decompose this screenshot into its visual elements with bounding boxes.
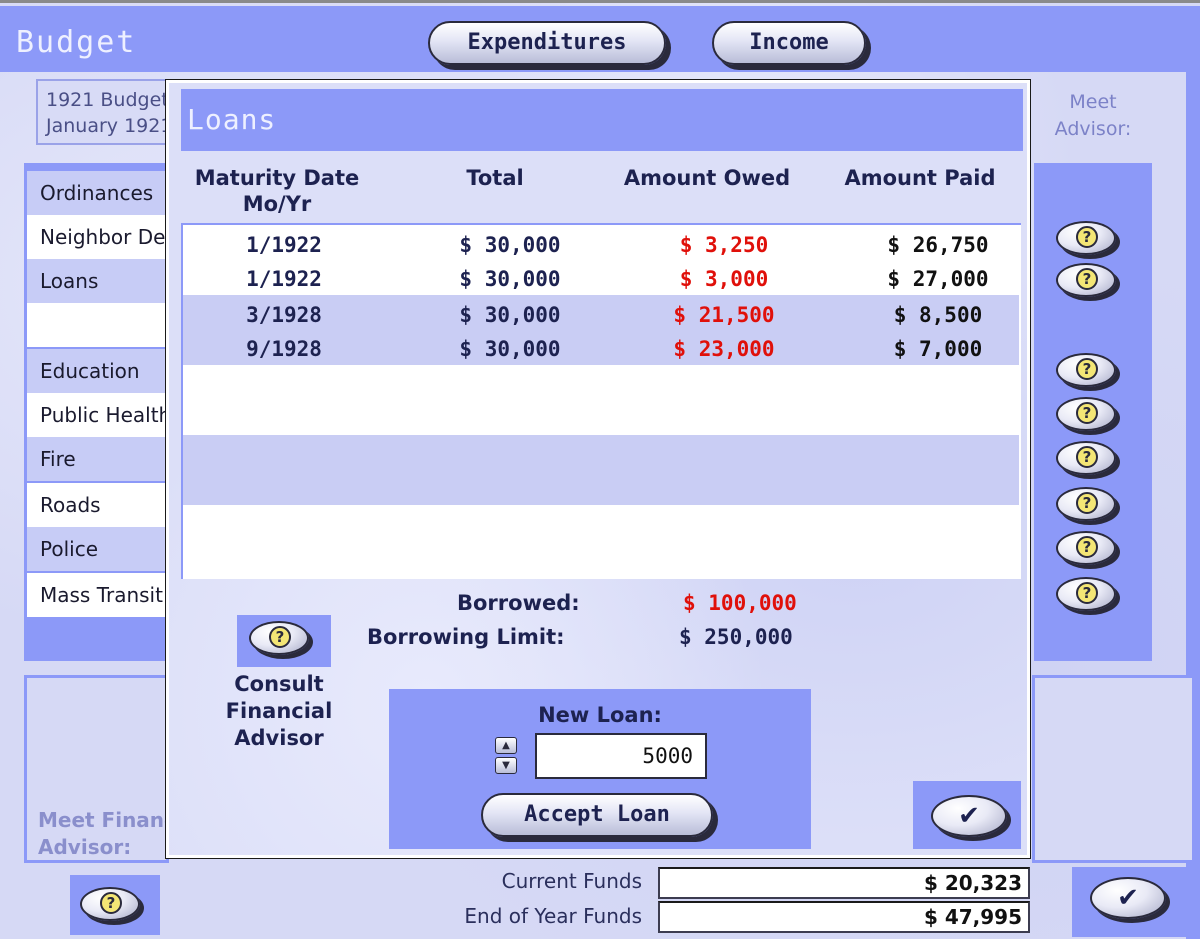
question-icon: ? [1076, 268, 1098, 290]
consult-financial-advisor-button[interactable]: ? [249, 621, 315, 661]
borrowed-value: $ 100,000 [683, 591, 797, 615]
income-tab-button[interactable]: Income [712, 21, 866, 65]
consult-line2: Financial [225, 699, 333, 723]
category-loans[interactable]: Loans [27, 259, 169, 303]
category-public-health[interactable]: Public Health [27, 393, 169, 437]
category-mass-transit[interactable]: Mass Transit [27, 573, 169, 617]
budget-year-label: 1921 Budget [46, 89, 169, 111]
loan-owed: $ 3,250 [679, 233, 769, 257]
help-button-fire[interactable]: ? [1056, 441, 1122, 481]
loan-paid: $ 26,750 [887, 233, 989, 257]
question-icon: ? [1076, 446, 1098, 468]
help-button-education[interactable]: ? [1056, 353, 1122, 393]
category-roads[interactable]: Roads [27, 483, 169, 527]
amount-paid-header: Amount Paid [844, 166, 996, 190]
table-row-empty [183, 505, 1019, 577]
loan-date: 1/1922 [246, 267, 322, 291]
question-icon: ? [1076, 402, 1098, 424]
table-row[interactable]: 1/1922 $ 30,000 $ 3,250 $ 26,750 1/1922 … [183, 225, 1019, 295]
end-of-year-funds-label: End of Year Funds [464, 904, 642, 928]
accept-loan-button[interactable]: Accept Loan [481, 793, 713, 837]
help-button-neighbor[interactable]: ? [1056, 263, 1122, 303]
help-button-police[interactable]: ? [1056, 531, 1122, 571]
meet-advisor-line1: Meet [1069, 91, 1117, 113]
question-icon: ? [1076, 226, 1098, 248]
lower-right-panel [1032, 675, 1192, 863]
consult-line3: Advisor [234, 726, 324, 750]
help-button-ordinances[interactable]: ? [1056, 221, 1122, 261]
meet-financial-line2: Advisor: [38, 835, 132, 859]
loan-total: $ 30,000 [459, 233, 561, 257]
loan-date: 3/1928 [246, 303, 322, 327]
total-header: Total [466, 166, 524, 190]
loan-total: $ 30,000 [459, 303, 561, 327]
help-button-public-health[interactable]: ? [1056, 397, 1122, 437]
maturity-header-line2: Mo/Yr [242, 192, 312, 216]
table-row[interactable]: 3/1928 $ 30,000 $ 21,500 $ 8,500 9/1928 … [183, 295, 1019, 365]
category-blank [27, 303, 169, 347]
meet-advisor-line2: Advisor: [1054, 118, 1132, 140]
new-loan-amount-input[interactable]: 5000 [535, 733, 707, 779]
question-icon: ? [1076, 492, 1098, 514]
loans-table: 1/1922 $ 30,000 $ 3,250 $ 26,750 1/1922 … [181, 223, 1021, 579]
question-icon: ? [100, 892, 122, 914]
loans-dialog-title: Loans [187, 103, 277, 136]
consult-financial-advisor-label: Consult Financial Advisor [199, 671, 359, 752]
maturity-date-header: Maturity Date Mo/Yr [177, 165, 377, 217]
borrowed-label: Borrowed: [457, 591, 580, 615]
loans-title-bar [181, 89, 1023, 151]
help-button-mass-transit[interactable]: ? [1056, 577, 1122, 617]
checkmark-icon: ✔ [1117, 883, 1139, 913]
budget-ok-button[interactable]: ✔ [1090, 877, 1166, 919]
new-loan-spinner: ▲ ▼ [495, 737, 519, 775]
current-funds-label: Current Funds [501, 869, 642, 893]
loan-total: $ 30,000 [459, 337, 561, 361]
budget-date-label: January 1921 [46, 115, 173, 137]
loans-ok-button[interactable]: ✔ [931, 795, 1007, 837]
window-title: Budget [16, 25, 137, 60]
end-of-year-funds-value: $ 47,995 [658, 901, 1030, 933]
checkmark-icon: ✔ [958, 801, 980, 831]
meet-financial-line1: Meet Financial [38, 808, 168, 832]
question-icon: ? [1076, 358, 1098, 380]
category-police[interactable]: Police [27, 527, 169, 571]
budget-year-box: 1921 Budget January 1921 [36, 79, 176, 145]
budget-category-list: Ordinances Neighbor Deals Loans Educatio… [24, 163, 169, 661]
loan-date: 1/1922 [246, 233, 322, 257]
spinner-down-icon[interactable]: ▼ [495, 757, 517, 774]
table-row-empty [183, 365, 1019, 435]
loan-paid: $ 27,000 [887, 267, 989, 291]
category-education[interactable]: Education [27, 349, 169, 393]
loan-total: $ 30,000 [459, 267, 561, 291]
category-fire[interactable]: Fire [27, 437, 169, 481]
amount-owed-header: Amount Owed [623, 166, 791, 190]
spinner-up-icon[interactable]: ▲ [495, 737, 517, 754]
meet-financial-advisor-label: Meet Financial Advisor: [38, 807, 168, 861]
loan-owed: $ 3,000 [679, 267, 769, 291]
question-icon: ? [1076, 582, 1098, 604]
help-button-roads[interactable]: ? [1056, 487, 1122, 527]
category-ordinances[interactable]: Ordinances [27, 171, 169, 215]
expenditures-tab-button[interactable]: Expenditures [428, 21, 666, 65]
current-funds-value: $ 20,323 [658, 867, 1030, 899]
borrowing-limit-label: Borrowing Limit: [367, 625, 565, 649]
loan-owed: $ 23,000 [673, 337, 775, 361]
category-neighbor-deals[interactable]: Neighbor Deals [27, 215, 169, 259]
loan-paid: $ 8,500 [893, 303, 983, 327]
meet-financial-advisor-button[interactable]: ? [80, 887, 146, 927]
new-loan-panel: New Loan: ▲ ▼ 5000 Accept Loan [389, 689, 811, 849]
table-row-empty [183, 435, 1019, 505]
consult-line1: Consult [234, 672, 324, 696]
borrowing-limit-value: $ 250,000 [679, 625, 793, 649]
loans-dialog: Loans Maturity Date Mo/Yr Total Amount O… [166, 80, 1030, 858]
new-loan-label: New Loan: [538, 703, 662, 727]
loan-date: 9/1928 [246, 337, 322, 361]
maturity-header-line1: Maturity Date [194, 166, 360, 190]
loan-owed: $ 21,500 [673, 303, 775, 327]
loan-paid: $ 7,000 [893, 337, 983, 361]
question-icon: ? [1076, 536, 1098, 558]
question-icon: ? [269, 626, 291, 648]
meet-advisor-label-top: Meet Advisor: [1048, 89, 1138, 143]
